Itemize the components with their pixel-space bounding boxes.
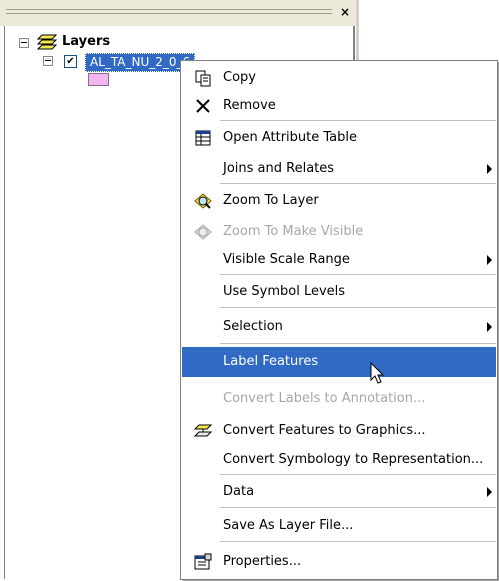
menu-item-label: Use Symbol Levels <box>223 284 346 299</box>
table-icon <box>195 130 211 146</box>
menu-item-convert-symbology-to-representation[interactable]: Convert Symbology to Representation... <box>182 445 496 473</box>
zoom-make-visible-icon <box>194 224 212 240</box>
menu-separator <box>220 541 496 542</box>
layer-context-menu: Copy Remove Open Attribute Table Joins a… <box>180 60 498 580</box>
menu-item-selection[interactable]: Selection <box>182 312 496 340</box>
menu-item-data[interactable]: Data <box>182 477 496 505</box>
layers-icon <box>37 34 57 50</box>
menu-item-visible-scale-range[interactable]: Visible Scale Range <box>182 245 496 273</box>
menu-item-convert-labels-to-annotation: Convert Labels to Annotation... <box>182 384 496 412</box>
remove-x-icon <box>196 99 210 113</box>
mouse-cursor-icon <box>370 362 385 384</box>
menu-item-open-attribute-table[interactable]: Open Attribute Table <box>182 123 496 151</box>
layer-visibility-checkbox[interactable]: ✔ <box>64 55 77 68</box>
menu-separator <box>220 274 496 275</box>
menu-item-label: Zoom To Make Visible <box>223 224 364 239</box>
menu-separator <box>220 307 496 308</box>
convert-graphics-icon <box>194 424 212 437</box>
menu-item-label-features[interactable]: Label Features <box>182 347 496 377</box>
menu-item-label: Label Features <box>223 354 319 369</box>
menu-item-label: Visible Scale Range <box>223 252 350 267</box>
menu-item-zoom-to-make-visible: Zoom To Make Visible <box>182 217 496 245</box>
menu-item-joins-and-relates[interactable]: Joins and Relates <box>182 154 496 182</box>
menu-item-label: Save As Layer File... <box>223 518 354 533</box>
menu-item-label: Joins and Relates <box>223 161 335 176</box>
layer-name[interactable]: AL_TA_NU_2_0_6 <box>85 53 196 72</box>
menu-item-remove[interactable]: Remove <box>182 91 496 119</box>
menu-separator <box>220 474 496 475</box>
menu-item-label: Copy <box>223 70 256 85</box>
menu-item-label: Convert Symbology to Representation... <box>223 452 484 467</box>
menu-item-properties[interactable]: Properties... <box>182 547 496 575</box>
properties-icon <box>194 553 212 570</box>
menu-item-label: Zoom To Layer <box>223 193 319 208</box>
menu-item-label: Convert Features to Graphics... <box>223 423 426 438</box>
menu-item-zoom-to-layer[interactable]: Zoom To Layer <box>182 186 496 214</box>
close-icon[interactable]: × <box>338 5 352 19</box>
menu-item-save-as-layer-file[interactable]: Save As Layer File... <box>182 511 496 539</box>
zoom-to-layer-icon <box>194 193 212 209</box>
menu-item-label: Open Attribute Table <box>223 130 358 145</box>
menu-item-convert-features-to-graphics[interactable]: Convert Features to Graphics... <box>182 416 496 444</box>
submenu-arrow-icon <box>487 164 492 174</box>
toc-root-label[interactable]: Layers <box>62 34 110 49</box>
submenu-arrow-icon <box>487 255 492 265</box>
menu-item-label: Data <box>223 484 255 499</box>
titlebar-grip[interactable] <box>6 9 332 10</box>
collapse-icon[interactable] <box>19 38 29 48</box>
menu-item-label: Remove <box>223 98 276 113</box>
collapse-icon[interactable] <box>43 56 53 66</box>
titlebar-grip[interactable] <box>6 13 332 14</box>
layer-symbol-swatch[interactable] <box>88 73 109 86</box>
menu-item-label: Properties... <box>223 554 302 569</box>
toc-titlebar: × <box>0 0 356 26</box>
menu-separator <box>220 183 496 184</box>
menu-item-use-symbol-levels[interactable]: Use Symbol Levels <box>182 277 496 305</box>
submenu-arrow-icon <box>487 322 492 332</box>
menu-item-label: Selection <box>223 319 283 334</box>
menu-item-label: Convert Labels to Annotation... <box>223 391 426 406</box>
menu-separator <box>220 507 496 508</box>
copy-icon <box>195 70 211 87</box>
menu-separator <box>220 120 496 121</box>
submenu-arrow-icon <box>487 487 492 497</box>
menu-separator <box>220 343 496 344</box>
menu-item-copy[interactable]: Copy <box>182 63 496 91</box>
